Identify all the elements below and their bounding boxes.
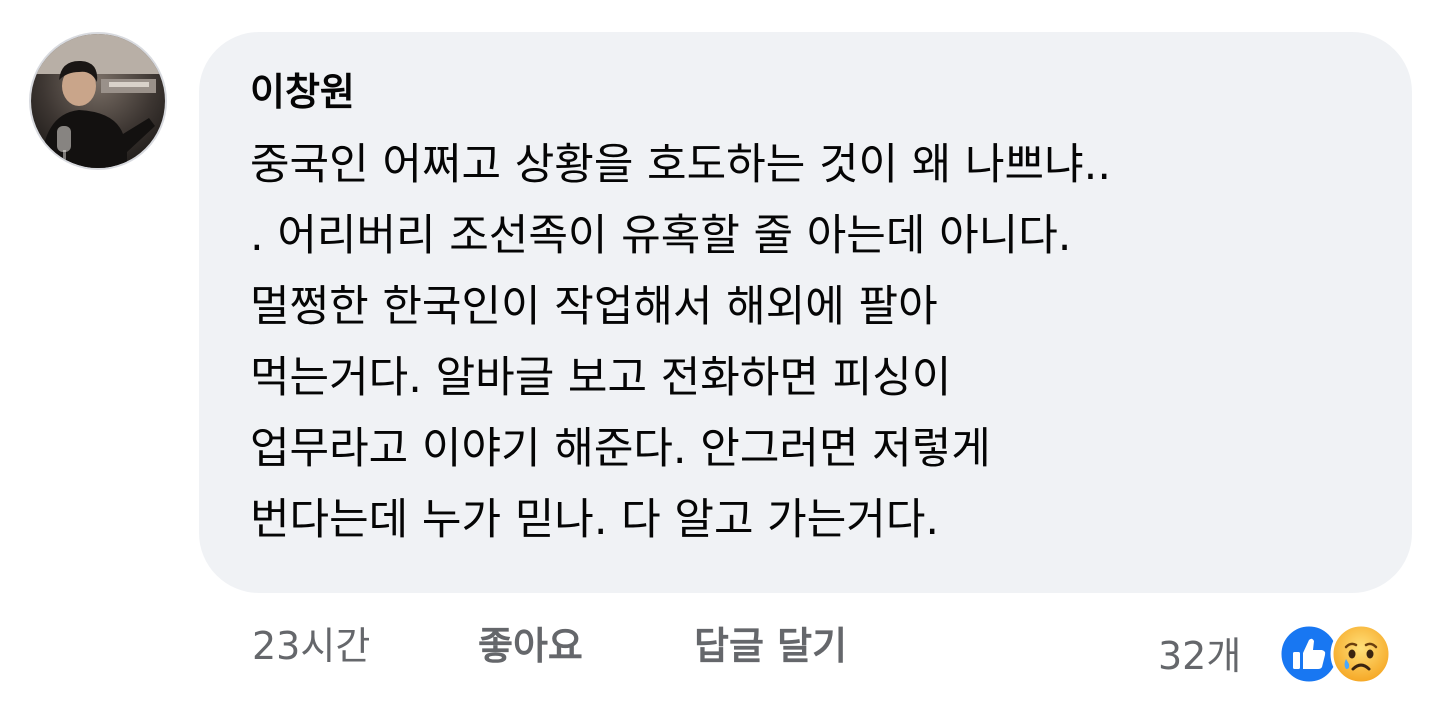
reaction-count[interactable]: 32개: [1158, 630, 1241, 682]
sad-icon: [1330, 623, 1392, 685]
author-name[interactable]: 이창원: [250, 66, 355, 118]
timestamp[interactable]: 23시간: [252, 620, 370, 672]
comment-line: 번다는데 누가 믿나. 다 알고 가는거다.: [250, 495, 940, 545]
comment-text: 중국인 어쩌고 상황을 호도하는 것이 왜 나쁘냐.. . 어리버리 조선족이 …: [250, 130, 1360, 556]
comment: 이창원 중국인 어쩌고 상황을 호도하는 것이 왜 나쁘냐.. . 어리버리 조…: [0, 0, 1438, 714]
comment-line: 중국인 어쩌고 상황을 호도하는 것이 왜 나쁘냐..: [250, 140, 1111, 190]
avatar[interactable]: [29, 32, 167, 170]
comment-line: . 어리버리 조선족이 유혹할 줄 아는데 아니다.: [250, 211, 1072, 261]
comment-line: 업무라고 이야기 해준다. 안그러면 저렇게: [250, 424, 991, 474]
comment-line: 먹는거다. 알바글 보고 전화하면 피싱이: [250, 353, 952, 403]
reaction-icons[interactable]: [1278, 623, 1398, 685]
reply-button[interactable]: 답글 달기: [694, 620, 847, 672]
like-button[interactable]: 좋아요: [478, 620, 583, 672]
comment-line: 멀쩡한 한국인이 작업해서 해외에 팔아: [250, 282, 938, 332]
profile-photo-icon: [31, 34, 165, 168]
